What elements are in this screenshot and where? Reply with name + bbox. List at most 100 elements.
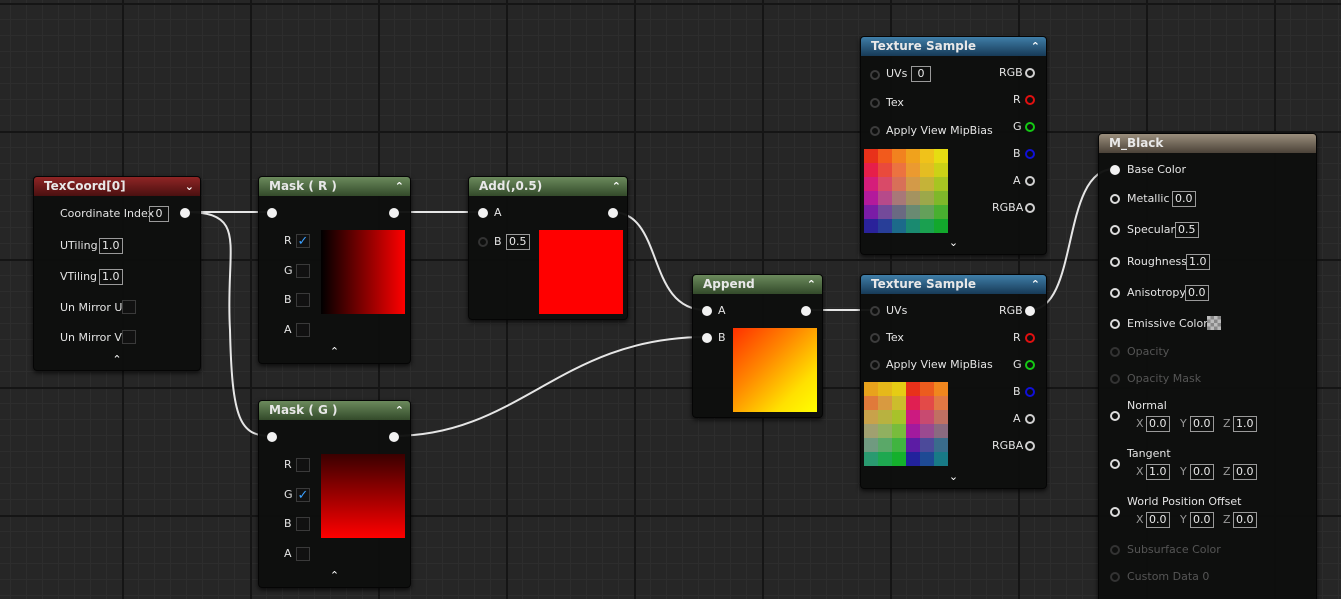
material-result-node[interactable]: M_Black Base Color Metallic 0.0 Specular… bbox=[1098, 133, 1317, 599]
add-output-pin[interactable] bbox=[608, 208, 618, 218]
ts2-g-pin[interactable] bbox=[1025, 360, 1035, 370]
add-node-header[interactable]: Add(,0.5) ⌃ bbox=[469, 177, 627, 196]
mask-g-r-checkbox[interactable] bbox=[296, 458, 310, 472]
roughness-pin[interactable] bbox=[1110, 257, 1120, 267]
wpo-x-value[interactable]: 0.0 bbox=[1146, 512, 1170, 528]
material-graph-canvas[interactable]: TexCoord[0] ⌄ Coordinate Index 0 UTiling … bbox=[0, 0, 1341, 599]
ts2-rgb-pin[interactable] bbox=[1025, 306, 1035, 316]
mask-r-output-pin[interactable] bbox=[389, 208, 399, 218]
append-input-b-pin[interactable] bbox=[702, 333, 712, 343]
chevron-up-icon[interactable]: ⌃ bbox=[1031, 37, 1040, 56]
mask-g-b-checkbox[interactable] bbox=[296, 517, 310, 531]
ts2-a-pin[interactable] bbox=[1025, 414, 1035, 424]
emissive-color-swatch[interactable] bbox=[1207, 316, 1221, 330]
collapse-chevron-up-icon[interactable]: ⌃ bbox=[34, 353, 200, 366]
texcoord-node[interactable]: TexCoord[0] ⌄ Coordinate Index 0 UTiling … bbox=[33, 176, 201, 371]
mask-r-a-checkbox[interactable] bbox=[296, 323, 310, 337]
coordinate-index-value[interactable]: 0 bbox=[149, 206, 169, 222]
texture-sample-node-2[interactable]: Texture Sample ⌃ UVs Tex Apply View MipBi… bbox=[860, 274, 1047, 489]
world-position-offset-pin[interactable] bbox=[1110, 507, 1120, 517]
normal-label: Normal bbox=[1127, 399, 1167, 412]
texcoord-node-header[interactable]: TexCoord[0] ⌄ bbox=[34, 177, 200, 196]
mask-r-node-header[interactable]: Mask ( R ) ⌃ bbox=[259, 177, 410, 196]
ts1-r-pin[interactable] bbox=[1025, 95, 1035, 105]
ts2-r-pin[interactable] bbox=[1025, 333, 1035, 343]
chevron-up-icon[interactable]: ⌃ bbox=[395, 401, 404, 420]
mask-g-output-pin[interactable] bbox=[389, 432, 399, 442]
mask-g-a-checkbox[interactable] bbox=[296, 547, 310, 561]
base-color-pin[interactable] bbox=[1110, 165, 1120, 175]
texture-sample-2-header[interactable]: Texture Sample ⌃ bbox=[861, 275, 1046, 294]
chevron-up-icon[interactable]: ⌃ bbox=[395, 177, 404, 196]
anisotropy-value[interactable]: 0.0 bbox=[1185, 285, 1209, 301]
vtiling-value[interactable]: 1.0 bbox=[99, 269, 123, 285]
normal-y-value[interactable]: 0.0 bbox=[1190, 416, 1214, 432]
normal-pin[interactable] bbox=[1110, 411, 1120, 421]
anisotropy-pin[interactable] bbox=[1110, 288, 1120, 298]
tangent-pin[interactable] bbox=[1110, 459, 1120, 469]
ts1-a-pin[interactable] bbox=[1025, 176, 1035, 186]
ts1-b-pin[interactable] bbox=[1025, 149, 1035, 159]
chevron-down-icon[interactable]: ⌄ bbox=[185, 177, 194, 196]
tangent-x-value[interactable]: 1.0 bbox=[1146, 464, 1170, 480]
mask-r-node[interactable]: Mask ( R ) ⌃ R ✓ G B A ⌃ bbox=[258, 176, 411, 364]
append-node[interactable]: Append ⌃ A B bbox=[692, 274, 823, 418]
add-input-b-pin[interactable] bbox=[478, 237, 488, 247]
utiling-value[interactable]: 1.0 bbox=[99, 238, 123, 254]
chevron-up-icon[interactable]: ⌃ bbox=[807, 275, 816, 294]
ts2-rgba-pin[interactable] bbox=[1025, 441, 1035, 451]
chevron-up-icon[interactable]: ⌃ bbox=[1031, 275, 1040, 294]
normal-x-value[interactable]: 0.0 bbox=[1146, 416, 1170, 432]
append-node-header[interactable]: Append ⌃ bbox=[693, 275, 822, 294]
metallic-pin[interactable] bbox=[1110, 194, 1120, 204]
append-output-pin[interactable] bbox=[801, 306, 811, 316]
material-result-header[interactable]: M_Black bbox=[1099, 134, 1316, 153]
ts1-mipbias-pin[interactable] bbox=[870, 126, 880, 136]
ts1-uvs-value[interactable]: 0 bbox=[911, 66, 931, 82]
wpo-z-value[interactable]: 0.0 bbox=[1233, 512, 1257, 528]
emissive-color-pin[interactable] bbox=[1110, 319, 1120, 329]
unmirror-v-checkbox[interactable] bbox=[122, 330, 136, 344]
mask-g-g-checkbox[interactable]: ✓ bbox=[296, 488, 310, 502]
texture-sample-1-header[interactable]: Texture Sample ⌃ bbox=[861, 37, 1046, 56]
mask-g-node-header[interactable]: Mask ( G ) ⌃ bbox=[259, 401, 410, 420]
mask-g-input-pin[interactable] bbox=[267, 432, 277, 442]
ts1-rgb-pin[interactable] bbox=[1025, 68, 1035, 78]
ts1-tex-pin[interactable] bbox=[870, 98, 880, 108]
add-node[interactable]: Add(,0.5) ⌃ A B 0.5 bbox=[468, 176, 628, 320]
texture-sample-node-1[interactable]: Texture Sample ⌃ UVs 0 Tex Apply View Mip… bbox=[860, 36, 1047, 255]
specular-value[interactable]: 0.5 bbox=[1175, 222, 1199, 238]
ts1-g-pin[interactable] bbox=[1025, 122, 1035, 132]
texcoord-output-pin[interactable] bbox=[180, 208, 190, 218]
collapse-chevron-up-icon[interactable]: ⌃ bbox=[259, 569, 410, 582]
mask-r-g-checkbox[interactable] bbox=[296, 264, 310, 278]
ts2-tex-pin[interactable] bbox=[870, 333, 880, 343]
mask-r-b-checkbox[interactable] bbox=[296, 293, 310, 307]
chevron-up-icon[interactable]: ⌃ bbox=[612, 177, 621, 196]
add-input-a-pin[interactable] bbox=[478, 208, 488, 218]
normal-z-value[interactable]: 1.0 bbox=[1233, 416, 1257, 432]
tangent-y-value[interactable]: 0.0 bbox=[1190, 464, 1214, 480]
wpo-y-value[interactable]: 0.0 bbox=[1190, 512, 1214, 528]
tangent-z-value[interactable]: 0.0 bbox=[1233, 464, 1257, 480]
roughness-value[interactable]: 1.0 bbox=[1186, 254, 1210, 270]
specular-pin[interactable] bbox=[1110, 225, 1120, 235]
collapse-chevron-up-icon[interactable]: ⌃ bbox=[259, 345, 410, 358]
ts2-mipbias-pin[interactable] bbox=[870, 360, 880, 370]
mask-r-input-pin[interactable] bbox=[267, 208, 277, 218]
ts2-b-pin[interactable] bbox=[1025, 387, 1035, 397]
ts1-rgba-pin[interactable] bbox=[1025, 203, 1035, 213]
mask-r-r-checkbox[interactable]: ✓ bbox=[296, 234, 310, 248]
expand-chevron-down-icon[interactable]: ⌄ bbox=[861, 236, 1046, 249]
ts1-uvs-pin[interactable] bbox=[870, 70, 880, 80]
unmirror-u-checkbox[interactable] bbox=[122, 300, 136, 314]
append-input-a-pin[interactable] bbox=[702, 306, 712, 316]
mask-g-node[interactable]: Mask ( G ) ⌃ R G ✓ B A ⌃ bbox=[258, 400, 411, 588]
expand-chevron-down-icon[interactable]: ⌄ bbox=[861, 470, 1046, 483]
add-b-value[interactable]: 0.5 bbox=[506, 234, 530, 250]
metallic-value[interactable]: 0.0 bbox=[1172, 191, 1196, 207]
specular-label: Specular bbox=[1127, 223, 1176, 236]
ts2-uvs-pin[interactable] bbox=[870, 306, 880, 316]
mask-g-r-label: R bbox=[284, 458, 292, 471]
append-b-label: B bbox=[718, 331, 726, 344]
